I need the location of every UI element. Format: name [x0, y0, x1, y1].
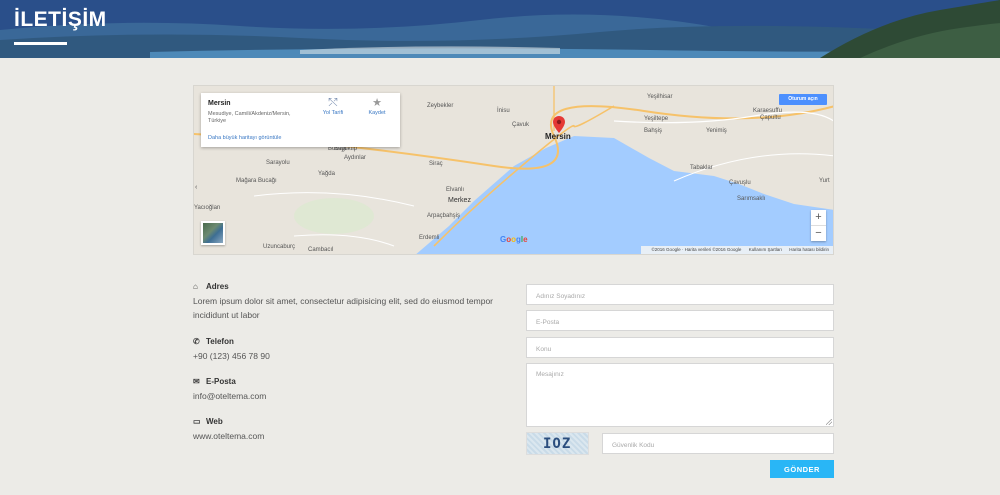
- contact-address: ⌂ Adres Lorem ipsum dolor sit amet, cons…: [193, 282, 513, 322]
- captcha-image: IOZ: [526, 432, 589, 455]
- email-value: info@oteltema.com: [193, 391, 267, 401]
- star-icon: ★: [372, 97, 382, 109]
- message-field[interactable]: [526, 363, 834, 427]
- phone-icon: ✆: [193, 337, 200, 346]
- map-marker-icon[interactable]: [553, 116, 565, 133]
- map-report-link[interactable]: Harita hatası bildirin: [789, 247, 829, 252]
- satellite-view-toggle[interactable]: [201, 221, 225, 245]
- address-value: Lorem ipsum dolor sit amet, consectetur …: [193, 296, 494, 320]
- map-label: Yenimiş: [706, 128, 727, 134]
- contact-email-heading: ✉ E-Posta: [193, 377, 513, 386]
- directions-icon: ⤲: [328, 97, 338, 109]
- directions-label: Yol Tarifi: [322, 110, 344, 116]
- page-title: İLETİŞİM: [14, 8, 107, 31]
- map-label: Çapultu: [760, 115, 781, 121]
- message-textarea[interactable]: [527, 364, 833, 426]
- name-input[interactable]: [527, 287, 833, 306]
- map-label: Sarayolu: [266, 160, 290, 166]
- email-field[interactable]: [526, 310, 834, 332]
- page-banner: İLETİŞİM: [0, 0, 1000, 58]
- home-icon: ⌂: [193, 282, 198, 291]
- place-address: Mesudiye, Camili/Akdeniz/Mersin, Türkiye: [208, 111, 291, 124]
- map-label: Zeybekler: [427, 103, 454, 109]
- title-underline: [14, 42, 67, 45]
- address-label: Adres: [206, 282, 229, 291]
- map-label: Yeşiltepe: [644, 116, 669, 122]
- map-terms-link[interactable]: Kullanım Şartları: [749, 247, 782, 252]
- security-code-field[interactable]: [602, 433, 834, 455]
- directions-button[interactable]: ⤲ Yol Tarifi: [318, 97, 348, 116]
- save-place-button[interactable]: ★ Kaydet: [362, 97, 392, 116]
- map-signin-button[interactable]: Oturum açın: [779, 94, 827, 105]
- map-label: Mağara Bucağı: [236, 178, 277, 184]
- zoom-out-button[interactable]: −: [811, 226, 826, 241]
- map-label: Siraç: [429, 161, 443, 167]
- map-label: Sarımsaklı: [737, 196, 766, 202]
- map-label: Bahşiş: [644, 128, 663, 134]
- map-label: İnisu: [497, 108, 510, 114]
- contact-web: ▭ Web www.oteltema.com: [193, 417, 513, 443]
- place-info-card: Mersin Mesudiye, Camili/Akdeniz/Mersin, …: [201, 93, 400, 147]
- map-label: Yurt: [819, 178, 830, 184]
- web-value: www.oteltema.com: [193, 431, 265, 441]
- map-label-mersin: Mersin: [545, 132, 571, 141]
- map-label: Elvanlı: [446, 187, 465, 193]
- web-label: Web: [206, 417, 223, 426]
- map-label: Aydınlar: [344, 155, 366, 161]
- chevron-left-icon[interactable]: ‹: [195, 184, 197, 191]
- map-label: Yacıoğlan: [194, 205, 221, 211]
- map-attribution: ©2016 Google · Harita verileri ©2016 Goo…: [641, 246, 833, 254]
- place-name: Mersin: [208, 100, 231, 107]
- map-label: Tabaklar: [690, 165, 713, 171]
- map-label: Yağda: [318, 171, 335, 177]
- map-label: Çavuşlu: [729, 180, 751, 186]
- email-label: E-Posta: [206, 377, 236, 386]
- map-zoom-control[interactable]: + −: [811, 210, 826, 241]
- phone-label: Telefon: [206, 337, 234, 346]
- contact-email: ✉ E-Posta info@oteltema.com: [193, 377, 513, 403]
- map-label-merkez: Merkez: [448, 197, 471, 204]
- map-label: Uzuncaburç: [263, 244, 296, 250]
- larger-map-link[interactable]: Daha büyük haritayı görüntüle: [208, 135, 281, 141]
- map-label: Karaesuffu: [753, 108, 782, 114]
- laptop-icon: ▭: [193, 417, 201, 426]
- map-label: Arpaçbahşiş: [427, 213, 461, 219]
- envelope-icon: ✉: [193, 377, 200, 386]
- google-logo-letter: e: [523, 235, 528, 244]
- contact-address-heading: ⌂ Adres: [193, 282, 513, 291]
- banner-landscape: [0, 0, 1000, 58]
- google-map[interactable]: Mersin Merkez Zeybekler Yeşilhisar Yeşil…: [193, 85, 834, 255]
- resize-handle[interactable]: [826, 419, 832, 425]
- subject-field[interactable]: [526, 337, 834, 359]
- captcha-text: IOZ: [543, 436, 572, 452]
- name-field[interactable]: [526, 284, 834, 306]
- email-input[interactable]: [527, 313, 833, 332]
- map-copyright: ©2016 Google · Harita verileri ©2016 Goo…: [651, 247, 742, 252]
- contact-phone-heading: ✆ Telefon: [193, 337, 513, 346]
- map-label: Çavuk: [512, 122, 530, 128]
- save-label: Kaydet: [368, 110, 386, 116]
- phone-value: +90 (123) 456 78 90: [193, 351, 270, 361]
- zoom-in-button[interactable]: +: [811, 210, 826, 225]
- contact-web-heading: ▭ Web: [193, 417, 513, 426]
- map-label: Yeşilhisar: [647, 94, 673, 100]
- map-label: Erdemli: [419, 235, 440, 241]
- submit-button[interactable]: GÖNDER: [770, 460, 834, 478]
- security-code-input[interactable]: [603, 436, 833, 455]
- subject-input[interactable]: [527, 340, 833, 359]
- contact-phone: ✆ Telefon +90 (123) 456 78 90: [193, 337, 513, 363]
- map-label: Cambacıl: [308, 247, 334, 253]
- google-logo: Google: [500, 235, 528, 244]
